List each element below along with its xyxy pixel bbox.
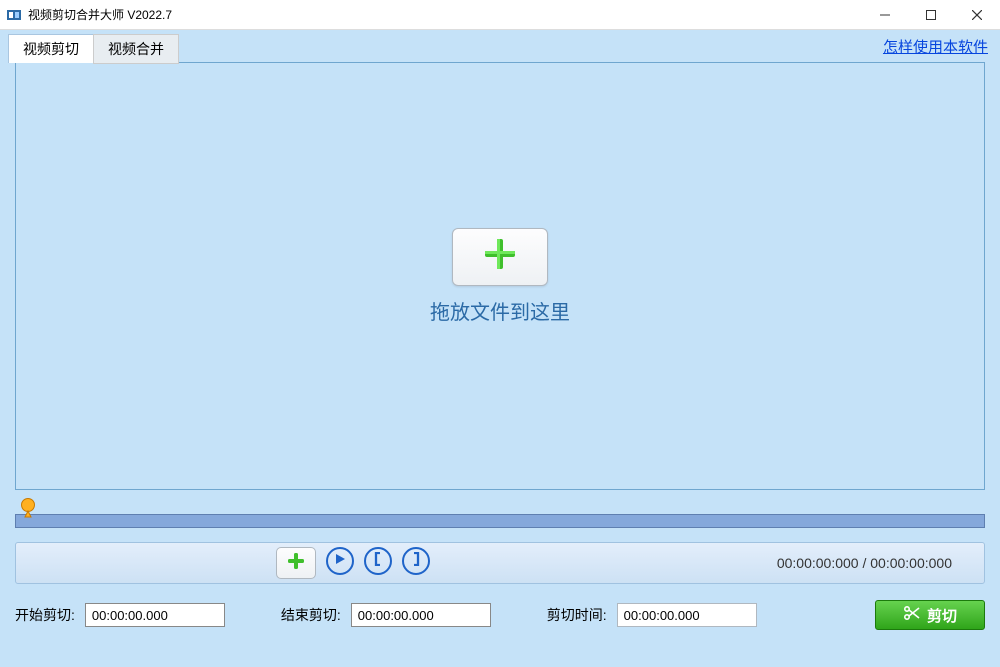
- bracket-close-icon: [411, 552, 421, 571]
- playback-control-bar: 00:00:00:000 / 00:00:00:000: [15, 542, 985, 584]
- plus-icon: [286, 551, 306, 576]
- cut-button-label: 剪切: [927, 605, 957, 626]
- close-button[interactable]: [954, 0, 1000, 30]
- bottom-bar: 开始剪切: 结束剪切: 剪切时间: 剪切: [15, 600, 985, 630]
- play-icon: [334, 552, 346, 570]
- cut-duration-field: [617, 603, 757, 627]
- titlebar: 视频剪切合并大师 V2022.7: [0, 0, 1000, 30]
- mark-start-button[interactable]: [364, 547, 392, 575]
- slider-handle-icon[interactable]: [19, 498, 37, 523]
- video-drop-area[interactable]: 拖放文件到这里: [15, 62, 985, 490]
- time-readout: 00:00:00:000 / 00:00:00:000: [777, 555, 952, 571]
- slider-track[interactable]: [15, 514, 985, 528]
- add-file-small-button[interactable]: [276, 547, 316, 579]
- end-cut-input[interactable]: [351, 603, 491, 627]
- cut-duration-label: 剪切时间:: [547, 605, 607, 625]
- drop-hint-text: 拖放文件到这里: [430, 296, 570, 325]
- plus-icon: [483, 237, 517, 276]
- tab-video-cut[interactable]: 视频剪切: [8, 34, 94, 63]
- scissors-icon: [903, 604, 921, 626]
- end-cut-label: 结束剪切:: [281, 605, 341, 625]
- tab-video-merge[interactable]: 视频合并: [93, 34, 179, 64]
- play-button[interactable]: [326, 547, 354, 575]
- help-link[interactable]: 怎样使用本软件: [883, 34, 988, 57]
- minimize-button[interactable]: [862, 0, 908, 30]
- mark-end-button[interactable]: [402, 547, 430, 575]
- start-cut-input[interactable]: [85, 603, 225, 627]
- cut-button[interactable]: 剪切: [875, 600, 985, 630]
- start-cut-label: 开始剪切:: [15, 605, 75, 625]
- trim-slider[interactable]: [15, 500, 985, 530]
- window-title: 视频剪切合并大师 V2022.7: [28, 6, 862, 23]
- bracket-open-icon: [373, 552, 383, 571]
- top-bar: 视频剪切 视频合并 怎样使用本软件: [0, 30, 1000, 62]
- maximize-button[interactable]: [908, 0, 954, 30]
- app-icon: [6, 7, 22, 23]
- add-file-button[interactable]: [452, 228, 548, 286]
